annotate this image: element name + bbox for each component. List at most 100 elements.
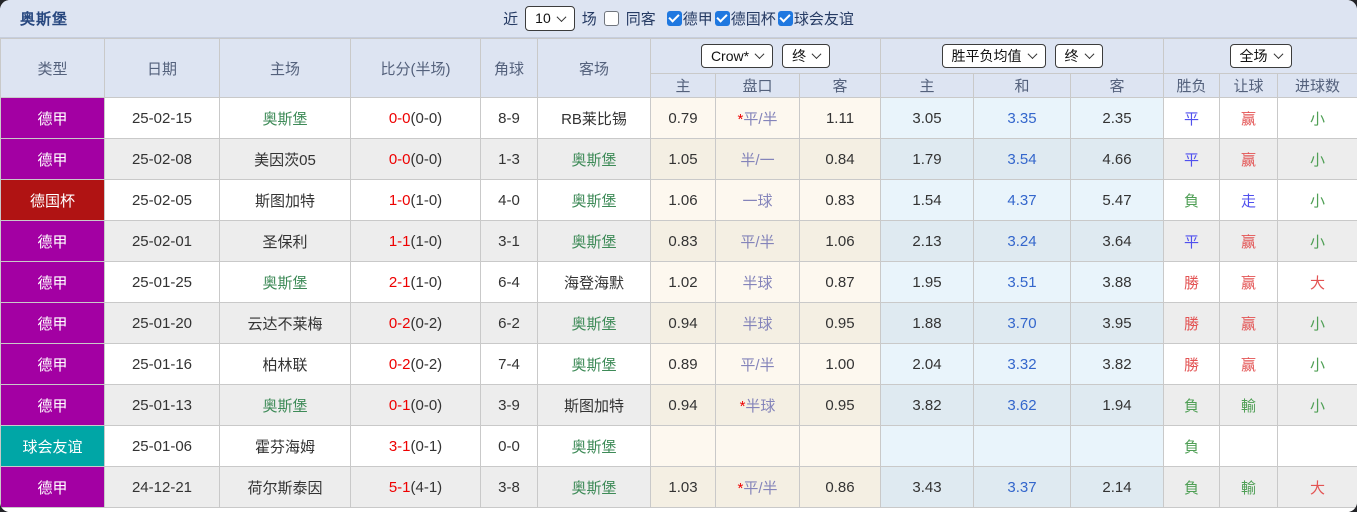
chevron-down-icon [1273, 49, 1283, 60]
cell-avg-draw [973, 425, 1071, 467]
cell-home-team: 荷尔斯泰因 [219, 466, 351, 508]
full-time-score: 5-1 [388, 478, 411, 496]
cell-avg-draw: 3.32 [973, 343, 1071, 385]
away-team-name: 奥斯堡 [571, 192, 617, 210]
full-time-score: 0-2 [388, 355, 411, 373]
handicap-text: 半球 [742, 274, 773, 292]
cell-date: 25-01-25 [104, 261, 220, 303]
table-row: 德甲 25-02-15 奥斯堡 0-0(0-0) 8-9 RB莱比锡 0.79 … [0, 97, 1357, 139]
chevron-down-icon [1027, 49, 1037, 60]
table-row: 德甲 25-01-16 柏林联 0-2(0-2) 7-4 奥斯堡 0.89 平/… [0, 343, 1357, 385]
full-time-score: 1-0 [388, 191, 411, 209]
cell-avg-away: 2.35 [1070, 97, 1164, 139]
cell-avg-draw: 3.35 [973, 97, 1071, 139]
cell-avg-home: 2.13 [880, 220, 974, 262]
cell-avg-away: 3.88 [1070, 261, 1164, 303]
cell-odds-home: 0.79 [650, 97, 716, 139]
cell-score: 0-2(0-2) [350, 343, 481, 385]
home-team-name: 霍芬海姆 [254, 438, 315, 456]
cell-goals: 大 [1277, 261, 1357, 303]
cell-avg-draw: 3.54 [973, 138, 1071, 180]
club-friendly-label: 球会友谊 [793, 10, 854, 28]
odds-state-select[interactable]: 终 [782, 43, 831, 69]
cell-home-team: 奥斯堡 [219, 384, 351, 426]
german-cup-checkbox[interactable] [714, 10, 730, 26]
cell-odds-away: 0.83 [799, 179, 881, 221]
cell-handicap-result: 赢 [1219, 261, 1278, 303]
handicap-text: 半球 [742, 315, 773, 333]
cell-handicap: 平/半 [715, 343, 800, 385]
cell-odds-away: 0.84 [799, 138, 881, 180]
subcol-let: 让球 [1219, 73, 1278, 98]
cell-avg-draw: 3.24 [973, 220, 1071, 262]
home-team-name: 奥斯堡 [262, 397, 308, 415]
cell-odds-away: 1.06 [799, 220, 881, 262]
league-badge: 德甲 [0, 220, 105, 262]
cell-away-team: 奥斯堡 [537, 138, 651, 180]
filter-club-friendly: 球会友谊 [777, 8, 854, 29]
recent-count-select[interactable]: 10 [525, 6, 575, 31]
cell-corners: 7-4 [480, 343, 538, 385]
cell-score: 0-1(0-0) [350, 384, 481, 426]
cell-goals: 小 [1277, 97, 1357, 139]
cell-date: 25-01-06 [104, 425, 220, 467]
away-team-name: 奥斯堡 [571, 315, 617, 333]
home-team-name: 奥斯堡 [262, 274, 308, 292]
cell-handicap: 半球 [715, 302, 800, 344]
cell-odds-home: 0.94 [650, 302, 716, 344]
cell-goals [1277, 425, 1357, 467]
same-away-checkbox[interactable] [603, 10, 619, 26]
bundesliga-checkbox[interactable] [666, 10, 682, 26]
avg-state-select[interactable]: 终 [1054, 43, 1103, 69]
away-team-name: 奥斯堡 [571, 233, 617, 251]
avg-type-select[interactable]: 胜平负均值 [941, 43, 1046, 69]
avg-state-value: 终 [1064, 47, 1079, 64]
handicap-text: 平/半 [743, 479, 778, 497]
half-time-score: (0-0) [410, 109, 443, 127]
cell-odds-away: 0.87 [799, 261, 881, 303]
subcol-avg-draw: 和 [973, 73, 1071, 98]
away-team-name: 奥斯堡 [571, 479, 617, 497]
cell-corners: 3-1 [480, 220, 538, 262]
cell-goals: 小 [1277, 220, 1357, 262]
cell-corners: 0-0 [480, 425, 538, 467]
cell-away-team: 海登海默 [537, 261, 651, 303]
cell-avg-away [1070, 425, 1164, 467]
col-date: 日期 [104, 38, 220, 98]
scope-select[interactable]: 全场 [1229, 43, 1292, 69]
cell-avg-draw: 3.51 [973, 261, 1071, 303]
cell-odds-home: 0.83 [650, 220, 716, 262]
match-history-panel: 奥斯堡 近 10 场 同客 德甲 德国杯 球会友谊 类型 日期 主场 比分(半场… [0, 0, 1357, 512]
cell-result: 平 [1163, 220, 1220, 262]
half-time-score: (0-1) [410, 437, 443, 455]
full-time-score: 0-2 [388, 314, 411, 332]
cell-home-team: 柏林联 [219, 343, 351, 385]
half-time-score: (0-2) [410, 355, 443, 373]
table-row: 德甲 24-12-21 荷尔斯泰因 5-1(4-1) 3-8 奥斯堡 1.03 … [0, 466, 1357, 508]
cell-goals: 小 [1277, 138, 1357, 180]
cell-goals: 小 [1277, 179, 1357, 221]
bundesliga-label: 德甲 [682, 10, 713, 28]
home-team-name: 荷尔斯泰因 [247, 479, 323, 497]
cell-home-team: 霍芬海姆 [219, 425, 351, 467]
matches-label: 场 [581, 10, 597, 28]
cell-odds-home [650, 425, 716, 467]
cell-corners: 6-2 [480, 302, 538, 344]
league-badge: 德甲 [0, 302, 105, 344]
avg-group-header: 胜平负均值 终 [880, 38, 1164, 74]
cell-result: 平 [1163, 97, 1220, 139]
away-team-name: 斯图加特 [563, 397, 624, 415]
cell-handicap: 一球 [715, 179, 800, 221]
away-team-name: 奥斯堡 [571, 151, 617, 169]
chevron-down-icon [556, 12, 567, 23]
home-team-name: 柏林联 [262, 356, 308, 374]
cell-avg-home: 1.88 [880, 302, 974, 344]
odds-provider-select[interactable]: Crow* [700, 43, 774, 69]
cell-score: 0-0(0-0) [350, 138, 481, 180]
full-time-score: 3-1 [388, 437, 411, 455]
league-filters: 德甲 德国杯 球会友谊 [666, 8, 854, 29]
cell-away-team: 奥斯堡 [537, 343, 651, 385]
handicap-text: 半球 [745, 397, 776, 415]
col-score: 比分(半场) [350, 38, 481, 98]
club-friendly-checkbox[interactable] [777, 10, 793, 26]
